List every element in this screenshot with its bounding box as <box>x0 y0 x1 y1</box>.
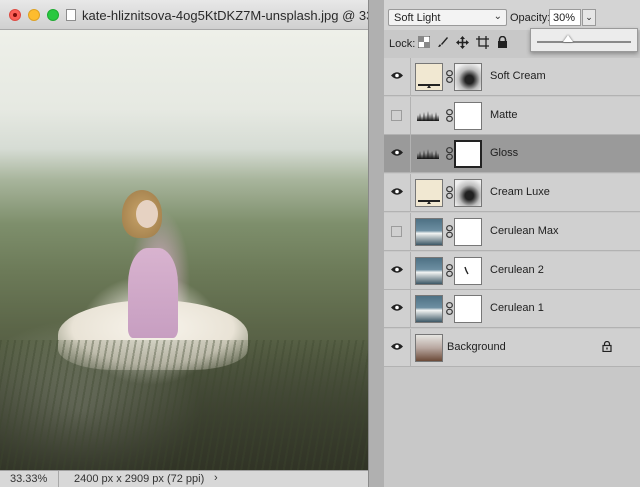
layer-thumbnail[interactable] <box>415 333 443 362</box>
document-title: kate-hliznitsova-4og5KtDKZ7M-unsplash.jp… <box>82 8 388 23</box>
row-divider <box>410 58 411 96</box>
layer-row[interactable]: Gloss <box>384 135 640 174</box>
chain-link-icon[interactable] <box>446 224 453 241</box>
chain-link-icon[interactable] <box>446 147 453 163</box>
chain-link-icon[interactable] <box>446 263 453 280</box>
image-canvas[interactable] <box>0 30 368 470</box>
lock-label: Lock: <box>389 38 416 50</box>
document-icon <box>66 9 76 21</box>
layer-row[interactable]: Cerulean 1 <box>384 290 640 329</box>
title-bar[interactable]: kate-hliznitsova-4og5KtDKZ7M-unsplash.jp… <box>0 0 388 30</box>
layer-row[interactable]: Cerulean 2 <box>384 251 640 290</box>
layer-options-bar: Soft Light ⌄ Opacity: 30% ⌄ <box>384 0 640 30</box>
layer-row[interactable]: Cerulean Max <box>384 212 640 251</box>
layer-thumbnail[interactable] <box>415 256 443 285</box>
chevron-down-icon: ⌄ <box>493 11 502 22</box>
layer-row[interactable]: Cream Luxe <box>384 174 640 213</box>
eye-icon[interactable] <box>391 303 403 315</box>
lock-artboard-icon[interactable] <box>475 36 489 50</box>
photo-face <box>136 200 158 228</box>
eye-icon[interactable] <box>391 148 403 160</box>
layers-panel: Soft Light ⌄ Opacity: 30% ⌄ Lock: Soft C… <box>384 0 640 487</box>
layer-name[interactable]: Cream Luxe <box>490 186 550 198</box>
blend-mode-value: Soft Light <box>394 12 441 24</box>
row-divider <box>410 96 411 135</box>
visibility-toggle-off[interactable] <box>391 225 402 237</box>
document-size: 2400 px x 2909 px (72 ppi) <box>74 473 205 485</box>
eye-icon[interactable] <box>391 71 403 83</box>
padlock-icon <box>602 340 612 355</box>
row-divider <box>410 174 411 213</box>
opacity-label: Opacity: <box>510 12 551 24</box>
photo-dress-bodice <box>128 248 178 338</box>
status-divider <box>58 471 59 487</box>
lock-position-move-icon[interactable] <box>455 36 469 50</box>
layer-mask-thumbnail[interactable] <box>454 295 482 324</box>
layer-name[interactable]: Cerulean Max <box>490 225 558 237</box>
status-menu-arrow[interactable]: › <box>214 472 218 484</box>
layer-mask-thumbnail[interactable] <box>454 140 482 169</box>
row-divider <box>410 290 411 329</box>
layer-thumbnail[interactable] <box>415 179 443 208</box>
blend-mode-select[interactable]: Soft Light ⌄ <box>388 9 507 26</box>
row-divider <box>410 135 411 174</box>
maximize-window-button[interactable] <box>47 9 59 21</box>
visibility-toggle-off[interactable] <box>391 109 402 121</box>
layer-mask-thumbnail[interactable] <box>454 63 482 91</box>
curves-adjustment-icon[interactable] <box>416 109 442 123</box>
lock-bar: Lock: <box>384 32 640 56</box>
layer-mask-thumbnail[interactable] <box>454 217 482 246</box>
photo-grass <box>0 340 368 470</box>
row-divider <box>410 328 411 367</box>
layer-row[interactable]: Background <box>384 328 640 367</box>
panel-divider <box>368 0 384 487</box>
lock-image-pixels-brush-icon[interactable] <box>436 36 450 50</box>
layer-thumbnail[interactable] <box>415 295 443 324</box>
document-window: kate-hliznitsova-4og5KtDKZ7M-unsplash.jp… <box>0 0 388 487</box>
layer-mask-thumbnail[interactable] <box>454 101 482 130</box>
layer-thumbnail[interactable] <box>415 217 443 246</box>
layer-name[interactable]: Gloss <box>490 147 518 159</box>
opacity-value: 30% <box>553 12 576 24</box>
zoom-level[interactable]: 33.33% <box>10 473 47 485</box>
minimize-window-button[interactable] <box>28 9 40 21</box>
eye-icon[interactable] <box>391 265 403 277</box>
curves-adjustment-icon[interactable] <box>416 147 442 161</box>
chain-link-icon[interactable] <box>446 186 453 202</box>
chain-link-icon[interactable] <box>446 70 453 86</box>
layer-name[interactable]: Matte <box>490 109 518 121</box>
padlock-icon[interactable] <box>495 35 509 50</box>
status-bar: 33.33% 2400 px x 2909 px (72 ppi) › <box>0 470 368 487</box>
layer-name[interactable]: Background <box>447 341 506 353</box>
chevron-down-icon: ⌄ <box>585 12 593 22</box>
chain-link-icon[interactable] <box>446 302 453 318</box>
layer-row[interactable]: Soft Cream <box>384 58 640 96</box>
close-window-button[interactable] <box>9 9 21 21</box>
layer-mask-thumbnail[interactable] <box>454 256 482 285</box>
chain-link-icon[interactable] <box>446 108 453 125</box>
layer-name[interactable]: Soft Cream <box>490 70 546 82</box>
eye-icon[interactable] <box>391 187 403 199</box>
lock-transparent-pixels-icon[interactable] <box>417 35 431 50</box>
layer-name[interactable]: Cerulean 2 <box>490 264 544 276</box>
row-divider <box>410 251 411 290</box>
opacity-dropdown-button[interactable]: ⌄ <box>582 9 596 26</box>
layer-name[interactable]: Cerulean 1 <box>490 302 544 314</box>
layer-mask-thumbnail[interactable] <box>454 179 482 208</box>
layer-thumbnail[interactable] <box>415 63 443 91</box>
layer-row[interactable]: Matte <box>384 96 640 135</box>
eye-icon[interactable] <box>391 342 403 354</box>
row-divider <box>410 212 411 251</box>
opacity-input[interactable]: 30% <box>549 9 581 26</box>
